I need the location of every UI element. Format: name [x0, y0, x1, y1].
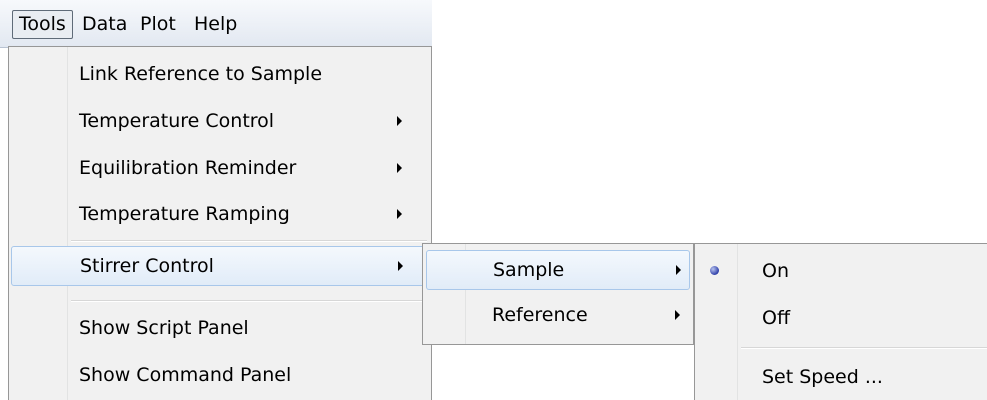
submenu-arrow-icon — [398, 261, 403, 271]
tools-menu: Link Reference to Sample Temperature Con… — [8, 46, 432, 400]
menu-item-label: Show Script Panel — [79, 317, 249, 339]
menu-item-on[interactable]: On — [695, 252, 987, 290]
menu-item-label: On — [762, 260, 789, 282]
menu-item-label: Temperature Ramping — [79, 203, 290, 225]
menu-item-equilibration-reminder[interactable]: Equilibration Reminder — [9, 149, 431, 187]
menu-data[interactable]: Data — [76, 10, 133, 39]
menu-item-label: Temperature Control — [79, 110, 275, 132]
menu-item-label: Off — [762, 307, 791, 329]
submenu-arrow-icon — [675, 310, 680, 320]
menu-separator-highlight — [71, 301, 427, 302]
menu-item-label: Show Command Panel — [79, 364, 292, 386]
menu-item-off[interactable]: Off — [695, 299, 987, 337]
submenu-arrow-icon — [397, 209, 402, 219]
menu-separator-highlight — [741, 348, 987, 349]
menu-bar: Tools Data Plot Help — [0, 0, 432, 48]
stirrer-control-submenu: Sample Reference — [422, 243, 694, 345]
menu-item-show-script-panel[interactable]: Show Script Panel — [9, 309, 431, 347]
menu-item-sample[interactable]: Sample — [426, 250, 690, 290]
submenu-arrow-icon — [676, 265, 681, 275]
menu-tools[interactable]: Tools — [12, 10, 73, 39]
menu-item-temperature-control[interactable]: Temperature Control — [9, 102, 431, 140]
menu-item-label: Equilibration Reminder — [79, 157, 297, 179]
submenu-arrow-icon — [397, 116, 402, 126]
menu-help[interactable]: Help — [188, 10, 243, 39]
sample-submenu: On Off Set Speed ... — [694, 243, 987, 400]
menu-item-link-reference[interactable]: Link Reference to Sample — [9, 55, 431, 93]
menu-item-label: Set Speed ... — [762, 366, 883, 388]
menu-separator-highlight — [71, 241, 427, 242]
submenu-arrow-icon — [397, 163, 402, 173]
menu-item-stirrer-control[interactable]: Stirrer Control — [11, 246, 429, 286]
menu-item-label: Stirrer Control — [80, 255, 214, 277]
menu-item-label: Sample — [493, 259, 565, 281]
menu-item-label: Link Reference to Sample — [79, 63, 323, 85]
radio-selected-icon — [710, 266, 719, 275]
menu-item-label: Reference — [492, 304, 588, 326]
menu-item-reference[interactable]: Reference — [423, 296, 693, 334]
menu-item-show-command-panel[interactable]: Show Command Panel — [9, 356, 431, 394]
menu-plot[interactable]: Plot — [134, 10, 182, 39]
menu-item-set-speed[interactable]: Set Speed ... — [695, 358, 987, 396]
menu-item-temperature-ramping[interactable]: Temperature Ramping — [9, 195, 431, 233]
